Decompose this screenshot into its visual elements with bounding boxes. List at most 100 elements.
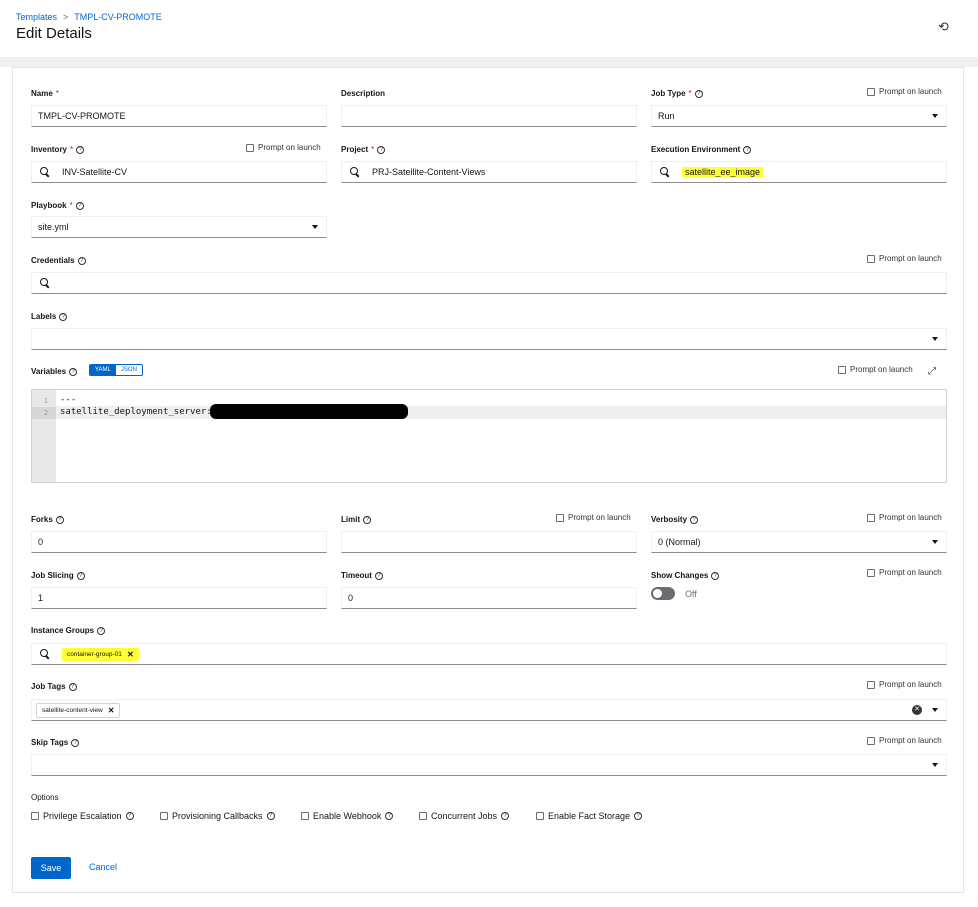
name-input[interactable]: TMPL-CV-PROMOTE xyxy=(31,105,327,127)
verbosity-prompt-checkbox[interactable]: Prompt on launch xyxy=(867,513,942,522)
help-icon[interactable]: ? xyxy=(690,515,699,524)
help-icon[interactable]: ? xyxy=(69,367,78,376)
history-icon[interactable]: ⟲ xyxy=(938,20,952,34)
job-type-prompt-checkbox[interactable]: Prompt on launch xyxy=(867,87,942,96)
help-icon[interactable]: ? xyxy=(501,812,510,820)
job-tags-select[interactable]: satellite-content-view ✕ ✕ xyxy=(31,699,947,721)
instance-groups-label: Instance Groups? xyxy=(31,626,106,635)
description-input[interactable] xyxy=(341,105,637,127)
help-icon[interactable]: ? xyxy=(59,312,68,321)
inventory-prompt-checkbox[interactable]: Prompt on launch xyxy=(246,143,321,152)
option-enable-fact-storage[interactable]: Enable Fact Storage? xyxy=(536,811,643,821)
inventory-lookup[interactable]: INV-Satellite-CV xyxy=(31,161,327,183)
forks-input[interactable]: 0 xyxy=(31,531,327,553)
help-icon[interactable]: ? xyxy=(97,626,106,635)
project-lookup[interactable]: PRJ-Satellite-Content-Views xyxy=(341,161,637,183)
job-type-label: Job Type *? xyxy=(651,89,703,98)
variables-code-editor[interactable]: 1 2 --- satellite_deployment_server: xyxy=(31,389,947,483)
checkbox-icon[interactable] xyxy=(536,812,544,820)
checkbox-icon[interactable] xyxy=(867,87,875,96)
skip-tags-prompt-checkbox[interactable]: Prompt on launch xyxy=(867,736,942,745)
skip-tags-select[interactable] xyxy=(31,754,947,776)
checkbox-icon[interactable] xyxy=(419,812,427,820)
limit-input[interactable] xyxy=(341,531,637,553)
page-header: Templates > TMPL-CV-PROMOTE Edit Details… xyxy=(0,0,978,57)
credentials-lookup[interactable] xyxy=(31,272,947,294)
job-type-select[interactable]: Run xyxy=(651,105,947,127)
verbosity-select[interactable]: 0 (Normal) xyxy=(651,531,947,553)
option-concurrent-jobs[interactable]: Concurrent Jobs? xyxy=(419,811,510,821)
job-tags-prompt-checkbox[interactable]: Prompt on launch xyxy=(867,680,942,689)
checkbox-icon[interactable] xyxy=(838,365,846,374)
checkbox-icon[interactable] xyxy=(556,513,564,522)
caret-down-icon xyxy=(312,225,318,229)
timeout-label: Timeout? xyxy=(341,571,383,580)
code-line: satellite_deployment_server: xyxy=(60,407,212,417)
instance-groups-lookup[interactable]: container-group-01 ✕ xyxy=(31,643,947,665)
timeout-input[interactable]: 0 xyxy=(341,587,637,609)
help-icon[interactable]: ? xyxy=(125,812,134,820)
help-icon[interactable]: ? xyxy=(71,738,80,747)
json-mode-button[interactable]: JSON xyxy=(115,365,142,375)
checkbox-icon[interactable] xyxy=(867,680,875,689)
option-enable-webhook[interactable]: Enable Webhook? xyxy=(301,811,394,821)
checkbox-icon[interactable] xyxy=(246,143,254,152)
breadcrumb-templates-link[interactable]: Templates xyxy=(16,12,57,22)
show-changes-switch[interactable] xyxy=(651,587,675,600)
help-icon[interactable]: ? xyxy=(55,515,64,524)
labels-select[interactable] xyxy=(31,328,947,350)
job-slicing-input[interactable]: 1 xyxy=(31,587,327,609)
help-icon[interactable]: ? xyxy=(363,515,372,524)
edit-form-card: Name * TMPL-CV-PROMOTE Description Job Ty… xyxy=(12,67,964,893)
name-label: Name * xyxy=(31,89,59,98)
breadcrumb-current-link[interactable]: TMPL-CV-PROMOTE xyxy=(74,12,162,22)
help-icon[interactable]: ? xyxy=(76,145,85,154)
show-changes-prompt-checkbox[interactable]: Prompt on launch xyxy=(867,568,942,577)
checkbox-icon[interactable] xyxy=(301,812,309,820)
cancel-button[interactable]: Cancel xyxy=(89,862,117,872)
help-icon[interactable]: ? xyxy=(694,89,703,98)
checkbox-icon[interactable] xyxy=(160,812,168,820)
save-button[interactable]: Save xyxy=(31,857,71,879)
variables-prompt-checkbox[interactable]: Prompt on launch xyxy=(838,365,913,374)
close-icon[interactable]: ✕ xyxy=(108,706,115,715)
clear-icon[interactable]: ✕ xyxy=(912,705,922,715)
expand-icon[interactable]: ⤢ xyxy=(928,366,936,377)
help-icon[interactable]: ? xyxy=(75,201,84,210)
help-icon[interactable]: ? xyxy=(385,812,394,820)
help-icon[interactable]: ? xyxy=(68,682,77,691)
job-tags-label: Job Tags? xyxy=(31,682,77,691)
help-icon[interactable]: ? xyxy=(374,571,383,580)
checkbox-icon[interactable] xyxy=(867,513,875,522)
playbook-select[interactable]: site.yml xyxy=(31,216,327,238)
checkbox-icon[interactable] xyxy=(31,812,39,820)
option-privilege-escalation[interactable]: Privilege Escalation? xyxy=(31,811,134,821)
search-icon[interactable] xyxy=(32,273,54,293)
help-icon[interactable]: ? xyxy=(77,256,86,265)
search-icon[interactable] xyxy=(32,644,54,664)
help-icon[interactable]: ? xyxy=(634,812,643,820)
line-number: 2 xyxy=(32,407,56,419)
search-icon[interactable] xyxy=(342,162,364,182)
checkbox-icon[interactable] xyxy=(867,568,875,577)
code-line: --- xyxy=(60,395,77,405)
execution-environment-lookup[interactable]: satellite_ee_image xyxy=(651,161,947,183)
help-icon[interactable]: ? xyxy=(377,145,386,154)
help-icon[interactable]: ? xyxy=(711,571,720,580)
help-icon[interactable]: ? xyxy=(266,812,275,820)
instance-group-chip: container-group-01 ✕ xyxy=(62,647,139,661)
yaml-mode-button[interactable]: YAML xyxy=(90,365,116,375)
search-icon[interactable] xyxy=(652,162,674,182)
credentials-prompt-checkbox[interactable]: Prompt on launch xyxy=(867,254,942,263)
checkbox-icon[interactable] xyxy=(867,736,875,745)
verbosity-label: Verbosity? xyxy=(651,515,699,524)
limit-label: Limit? xyxy=(341,515,372,524)
redaction-mark xyxy=(210,404,408,419)
help-icon[interactable]: ? xyxy=(743,145,752,154)
checkbox-icon[interactable] xyxy=(867,254,875,263)
limit-prompt-checkbox[interactable]: Prompt on launch xyxy=(556,513,631,522)
option-provisioning-callbacks[interactable]: Provisioning Callbacks? xyxy=(160,811,275,821)
help-icon[interactable]: ? xyxy=(76,571,85,580)
search-icon[interactable] xyxy=(32,162,54,182)
close-icon[interactable]: ✕ xyxy=(127,650,134,659)
